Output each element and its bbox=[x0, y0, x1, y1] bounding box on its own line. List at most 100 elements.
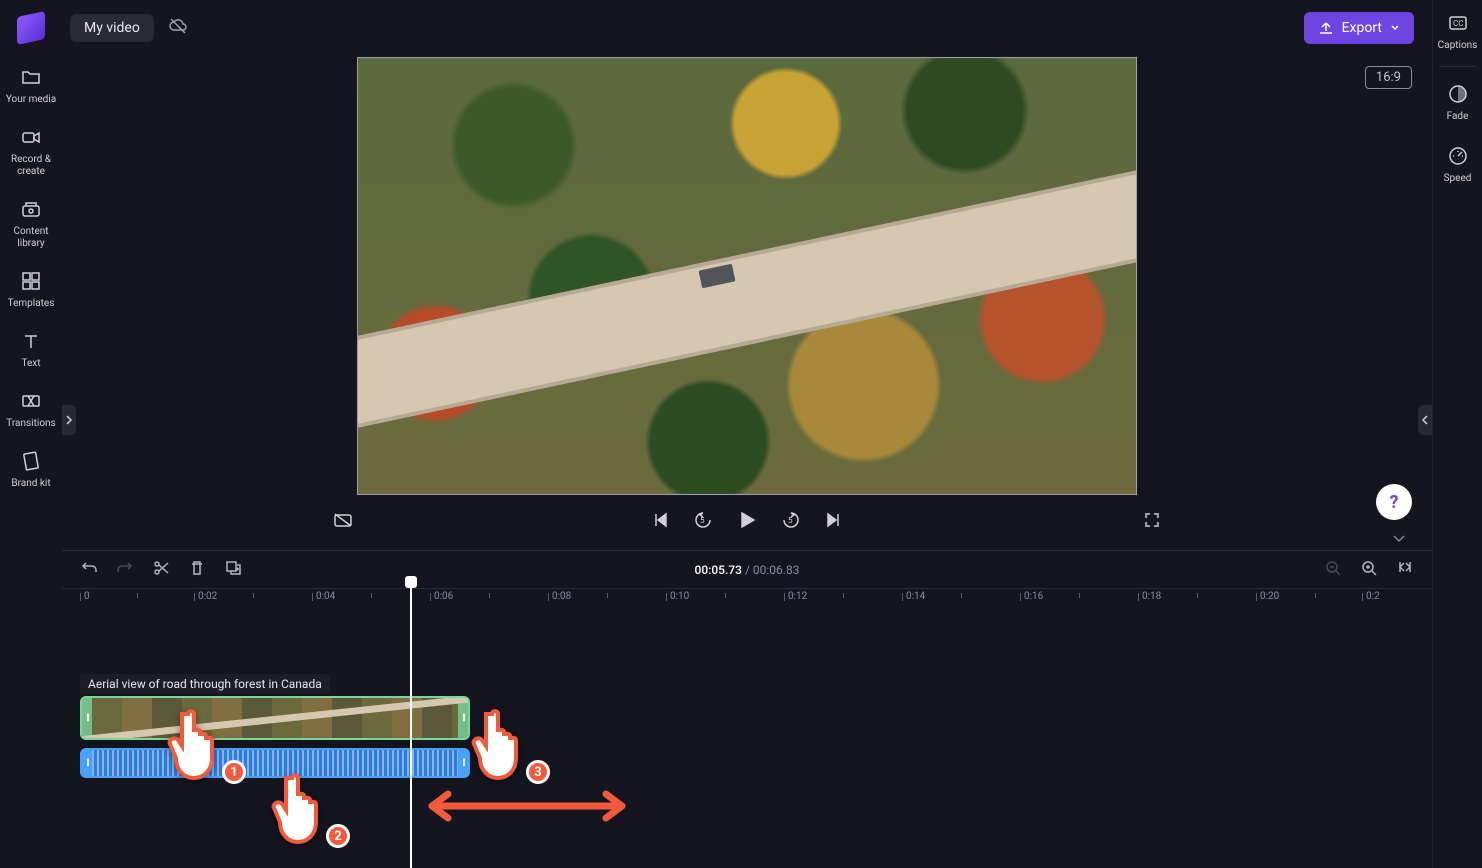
play-button[interactable] bbox=[737, 510, 757, 534]
right-item-captions[interactable]: CC Captions bbox=[1433, 0, 1482, 62]
audio-right-handle[interactable]: II bbox=[458, 750, 468, 776]
collapse-timeline-button[interactable] bbox=[1390, 530, 1408, 549]
sidebar-label: Transitions bbox=[6, 418, 55, 430]
zoom-out-icon bbox=[1324, 559, 1342, 577]
folder-icon bbox=[20, 66, 42, 88]
main-area: My video Export 16:9 5 5 ? bbox=[62, 0, 1432, 868]
chevron-left-icon bbox=[1421, 414, 1429, 426]
clip-title: Aerial view of road through forest in Ca… bbox=[80, 674, 330, 694]
speed-icon bbox=[1447, 145, 1469, 167]
svg-text:5: 5 bbox=[700, 516, 705, 525]
sidebar-item-record-create[interactable]: Record & create bbox=[0, 116, 62, 188]
upload-icon bbox=[1318, 20, 1334, 36]
fade-icon bbox=[1447, 83, 1469, 105]
audio-waveform bbox=[92, 750, 458, 776]
duplicate-icon bbox=[224, 559, 242, 577]
tutorial-hand-3: 3 bbox=[462, 696, 542, 790]
audio-left-handle[interactable]: II bbox=[82, 750, 92, 776]
captions-icon: CC bbox=[1447, 12, 1469, 34]
fullscreen-icon bbox=[1142, 510, 1162, 530]
skip-forward-button[interactable] bbox=[825, 511, 843, 533]
chevron-down-icon bbox=[1390, 23, 1400, 33]
skip-back-button[interactable] bbox=[651, 511, 669, 533]
svg-text:5: 5 bbox=[788, 516, 793, 525]
sidebar-label: Content library bbox=[2, 226, 60, 250]
undo-icon bbox=[80, 559, 98, 577]
duplicate-button[interactable] bbox=[224, 559, 242, 580]
delete-button[interactable] bbox=[188, 559, 206, 580]
forward-5s-button[interactable]: 5 bbox=[781, 510, 801, 534]
cloud-off-icon[interactable] bbox=[168, 16, 188, 40]
text-icon bbox=[20, 330, 42, 352]
aspect-ratio-button[interactable]: 16:9 bbox=[1365, 66, 1412, 89]
sidebar-item-transitions[interactable]: Transitions bbox=[0, 380, 62, 440]
sidebar-label: Brand kit bbox=[11, 478, 50, 490]
skip-back-icon bbox=[651, 511, 669, 529]
fit-icon bbox=[1396, 559, 1414, 577]
timecode-display: 00:05.73 / 00:06.83 bbox=[695, 563, 800, 577]
left-sidebar: Your media Record & create Content libra… bbox=[0, 0, 62, 868]
play-icon bbox=[737, 510, 757, 530]
top-bar: My video Export bbox=[62, 0, 1432, 56]
brand-icon bbox=[20, 450, 42, 472]
export-label: Export bbox=[1342, 20, 1382, 36]
hide-preview-button[interactable] bbox=[332, 509, 354, 535]
cursor-hand-icon bbox=[462, 696, 542, 786]
rewind-icon: 5 bbox=[693, 510, 713, 530]
split-button[interactable] bbox=[152, 559, 170, 580]
templates-icon bbox=[20, 270, 42, 292]
sidebar-item-templates[interactable]: Templates bbox=[0, 260, 62, 320]
current-time: 00:05.73 bbox=[695, 563, 742, 577]
zoom-in-button[interactable] bbox=[1360, 559, 1378, 580]
expand-right-panel-button[interactable] bbox=[1418, 405, 1432, 435]
app-logo-icon bbox=[17, 11, 45, 45]
undo-button[interactable] bbox=[80, 559, 98, 580]
clip-right-handle[interactable]: II bbox=[458, 698, 468, 738]
right-item-fade[interactable]: Fade bbox=[1433, 71, 1482, 133]
chevron-down-icon bbox=[1390, 531, 1408, 545]
svg-text:CC: CC bbox=[1453, 19, 1463, 28]
clip-thumbnails bbox=[92, 698, 458, 738]
sidebar-item-text[interactable]: Text bbox=[0, 320, 62, 380]
clip-left-handle[interactable]: II bbox=[82, 698, 92, 738]
library-icon bbox=[20, 198, 42, 220]
eye-off-icon bbox=[332, 509, 354, 531]
help-button[interactable]: ? bbox=[1376, 484, 1412, 520]
divider bbox=[1439, 66, 1476, 67]
timeline-tracks[interactable]: Aerial view of road through forest in Ca… bbox=[62, 618, 1432, 868]
playback-controls: 5 5 bbox=[62, 500, 1432, 544]
camcorder-icon bbox=[20, 126, 42, 148]
zoom-in-icon bbox=[1360, 559, 1378, 577]
zoom-fit-button[interactable] bbox=[1396, 559, 1414, 580]
sidebar-item-your-media[interactable]: Your media bbox=[0, 56, 62, 116]
forward-icon: 5 bbox=[781, 510, 801, 530]
sidebar-label: Templates bbox=[8, 298, 55, 310]
preview-frame[interactable] bbox=[357, 57, 1137, 495]
total-time: 00:06.83 bbox=[753, 563, 800, 577]
skip-forward-icon bbox=[825, 511, 843, 529]
timeline-toolbar: 00:05.73 / 00:06.83 bbox=[62, 550, 1432, 588]
redo-icon bbox=[116, 559, 134, 577]
timeline-ruler[interactable]: 0 0:02 0:04 0:06 0:08 0:10 0:12 0:14 0:1… bbox=[62, 588, 1432, 618]
right-label: Speed bbox=[1444, 173, 1472, 185]
fullscreen-button[interactable] bbox=[1142, 510, 1162, 534]
right-sidebar: CC Captions Fade Speed bbox=[1432, 0, 1482, 868]
sidebar-item-content-library[interactable]: Content library bbox=[0, 188, 62, 260]
sidebar-label: Text bbox=[21, 358, 40, 370]
preview-area: 16:9 bbox=[62, 56, 1432, 496]
rewind-5s-button[interactable]: 5 bbox=[693, 510, 713, 534]
trash-icon bbox=[188, 559, 206, 577]
sidebar-label: Your media bbox=[6, 94, 56, 106]
transitions-icon bbox=[20, 390, 42, 412]
playhead[interactable] bbox=[410, 582, 412, 868]
sidebar-item-brand-kit[interactable]: Brand kit bbox=[0, 440, 62, 500]
project-title[interactable]: My video bbox=[70, 14, 154, 42]
redo-button[interactable] bbox=[116, 559, 134, 580]
scissors-icon bbox=[152, 559, 170, 577]
right-label: Captions bbox=[1438, 40, 1478, 52]
zoom-out-button[interactable] bbox=[1324, 559, 1342, 580]
sidebar-label: Record & create bbox=[2, 154, 60, 178]
export-button[interactable]: Export bbox=[1304, 12, 1414, 44]
double-arrow-icon bbox=[422, 786, 632, 826]
right-item-speed[interactable]: Speed bbox=[1433, 133, 1482, 195]
